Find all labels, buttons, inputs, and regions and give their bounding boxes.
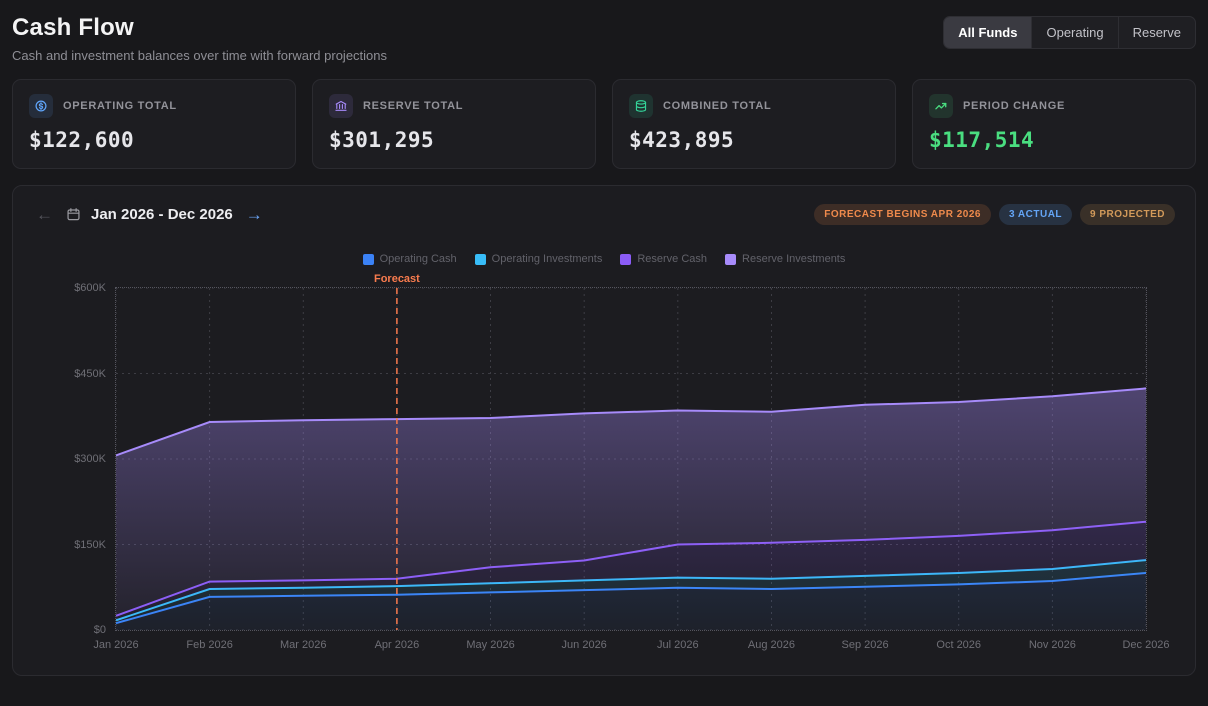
date-nav: ← Jan 2026 - Dec 2026 → <box>33 204 266 225</box>
next-period-button[interactable]: → <box>243 204 266 225</box>
badge: 3 ACTUAL <box>999 204 1072 225</box>
stat-cards: OPERATING TOTAL $122,600 RESERVE TOTAL $301… <box>0 63 1208 169</box>
legend-swatch <box>363 254 374 265</box>
stat-card-head: OPERATING TOTAL <box>29 94 279 118</box>
x-axis-tick: May 2026 <box>466 639 514 651</box>
tab-operating[interactable]: Operating <box>1031 17 1117 48</box>
chart-area: $0$150K$300K$450K$600K Jan 2026Feb 2026M… <box>33 287 1175 659</box>
x-axis-tick: Jun 2026 <box>562 639 607 651</box>
x-axis-tick: Feb 2026 <box>186 639 232 651</box>
legend-item[interactable]: Operating Investments <box>475 253 603 265</box>
stat-card: COMBINED TOTAL $423,895 <box>612 79 896 169</box>
bank-icon <box>329 94 353 118</box>
stat-card-value: $301,295 <box>329 128 579 152</box>
stat-card-label: RESERVE TOTAL <box>363 100 463 112</box>
plot-area[interactable]: $0$150K$300K$450K$600K Jan 2026Feb 2026M… <box>115 287 1147 631</box>
x-axis-tick: Oct 2026 <box>936 639 981 651</box>
chart-panel: ← Jan 2026 - Dec 2026 → FORECAST BEGINS … <box>12 185 1196 676</box>
legend-swatch <box>475 254 486 265</box>
legend-label: Reserve Cash <box>637 253 707 265</box>
x-axis-tick: Nov 2026 <box>1029 639 1076 651</box>
x-axis-tick: Sep 2026 <box>842 639 889 651</box>
x-axis-tick: Jan 2026 <box>93 639 138 651</box>
stat-card-label: PERIOD CHANGE <box>963 100 1065 112</box>
stat-card-head: RESERVE TOTAL <box>329 94 579 118</box>
calendar-icon <box>66 207 81 222</box>
legend-item[interactable]: Reserve Investments <box>725 253 845 265</box>
stat-card-head: PERIOD CHANGE <box>929 94 1179 118</box>
chart-legend: Operating Cash Operating Investments Reser… <box>33 253 1175 265</box>
stat-card-value: $122,600 <box>29 128 279 152</box>
prev-period-button[interactable]: ← <box>33 204 56 225</box>
legend-label: Reserve Investments <box>742 253 845 265</box>
tab-all-funds[interactable]: All Funds <box>944 17 1031 48</box>
stat-card-head: COMBINED TOTAL <box>629 94 879 118</box>
legend-label: Operating Cash <box>380 253 457 265</box>
tab-reserve[interactable]: Reserve <box>1118 17 1195 48</box>
x-axis-tick: Apr 2026 <box>375 639 420 651</box>
forecast-line-label: Forecast <box>374 273 420 285</box>
x-axis-tick: Jul 2026 <box>657 639 699 651</box>
badges: FORECAST BEGINS APR 2026 3 ACTUAL 9 PROJEC… <box>814 204 1175 225</box>
legend-label: Operating Investments <box>492 253 603 265</box>
x-axis-tick: Dec 2026 <box>1122 639 1169 651</box>
coins-icon <box>29 94 53 118</box>
page-subtitle: Cash and investment balances over time w… <box>12 48 387 63</box>
stat-card: OPERATING TOTAL $122,600 <box>12 79 296 169</box>
stat-card: RESERVE TOTAL $301,295 <box>312 79 596 169</box>
stack-icon <box>629 94 653 118</box>
cash-flow-chart <box>116 288 1146 630</box>
y-axis-tick: $300K <box>74 453 106 465</box>
legend-item[interactable]: Operating Cash <box>363 253 457 265</box>
date-range-label: Jan 2026 - Dec 2026 <box>91 206 233 223</box>
stat-card-label: COMBINED TOTAL <box>663 100 771 112</box>
legend-swatch <box>620 254 631 265</box>
stat-card-label: OPERATING TOTAL <box>63 100 177 112</box>
stat-card: PERIOD CHANGE $117,514 <box>912 79 1196 169</box>
header: Cash Flow Cash and investment balances o… <box>0 0 1208 63</box>
x-axis-tick: Mar 2026 <box>280 639 326 651</box>
y-axis-tick: $0 <box>94 624 106 636</box>
y-axis-tick: $450K <box>74 368 106 380</box>
badge: 9 PROJECTED <box>1080 204 1175 225</box>
stat-card-value: $117,514 <box>929 128 1179 152</box>
trend-up-icon <box>929 94 953 118</box>
funds-tabs: All FundsOperatingReserve <box>943 16 1196 49</box>
chart-panel-header: ← Jan 2026 - Dec 2026 → FORECAST BEGINS … <box>33 204 1175 225</box>
header-titles: Cash Flow Cash and investment balances o… <box>12 14 387 63</box>
badge: FORECAST BEGINS APR 2026 <box>814 204 991 225</box>
y-axis-tick: $150K <box>74 539 106 551</box>
legend-item[interactable]: Reserve Cash <box>620 253 707 265</box>
x-axis-tick: Aug 2026 <box>748 639 795 651</box>
page: Cash Flow Cash and investment balances o… <box>0 0 1208 676</box>
page-title: Cash Flow <box>12 14 387 42</box>
legend-swatch <box>725 254 736 265</box>
stat-card-value: $423,895 <box>629 128 879 152</box>
y-axis-tick: $600K <box>74 282 106 294</box>
